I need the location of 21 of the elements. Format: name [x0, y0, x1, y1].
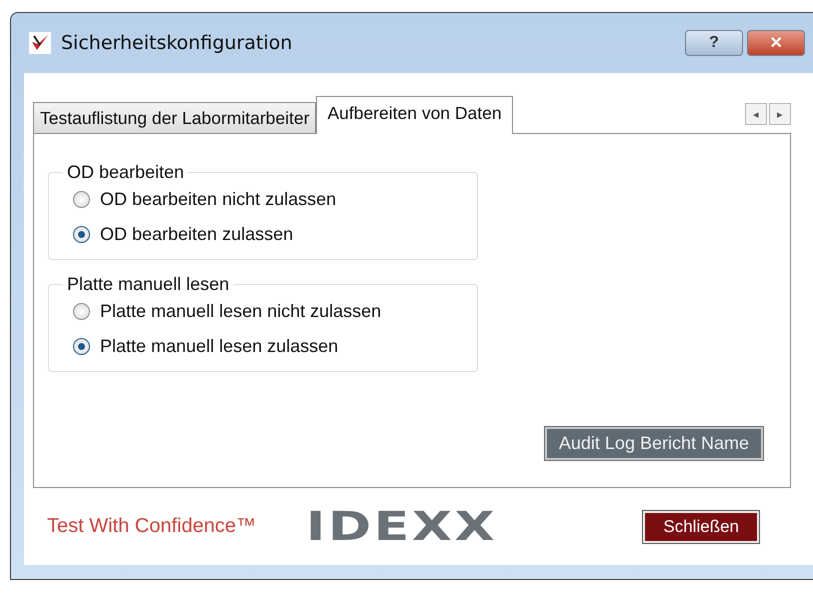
audit-log-button[interactable]: Audit Log Bericht Name [544, 427, 763, 460]
radio-button[interactable] [73, 226, 90, 243]
logo-text: IDEXX [306, 504, 498, 550]
window-title: Sicherheitskonfiguration [61, 32, 292, 54]
radio-label[interactable]: OD bearbeiten nicht zulassen [100, 189, 336, 210]
close-button[interactable]: Schließen [643, 510, 759, 542]
tab-scroll-button[interactable]: ◂ [745, 103, 767, 125]
radio-label[interactable]: OD bearbeiten zulassen [100, 224, 294, 245]
tab[interactable]: Testauflistung der Labormitarbeiter [33, 102, 316, 133]
radio-button[interactable] [73, 303, 90, 320]
radio-label[interactable]: Platte manuell lesen zulassen [100, 336, 338, 357]
checkmark-icon [29, 32, 51, 54]
group-title: OD bearbeiten [66, 162, 186, 183]
help-button[interactable]: ? [685, 30, 743, 56]
group-title: Platte manuell lesen [66, 274, 230, 295]
radio-label[interactable]: Platte manuell lesen nicht zulassen [100, 301, 382, 322]
slogan-text: Test With Confidence™ [47, 515, 256, 538]
tab-scroll-button[interactable]: ▸ [769, 103, 791, 125]
radio-button[interactable] [73, 191, 90, 208]
radio-button[interactable] [73, 338, 90, 355]
tab[interactable]: Aufbereiten von Daten [316, 96, 513, 134]
